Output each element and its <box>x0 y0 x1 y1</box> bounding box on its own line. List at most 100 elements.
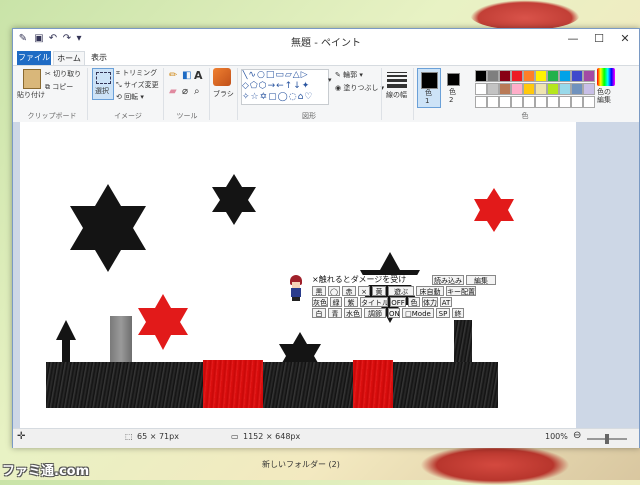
game-menu-cell[interactable]: 白 <box>312 308 326 318</box>
close-button[interactable]: ✕ <box>613 31 637 47</box>
custom-color-slot[interactable] <box>511 96 523 108</box>
game-menu-cell[interactable]: × <box>358 286 370 296</box>
crop-button[interactable]: ⌗ トリミング <box>116 68 157 78</box>
color2-button[interactable]: 色 2 <box>443 68 463 106</box>
game-menu-cell[interactable]: 床自動 <box>416 286 444 296</box>
palette-swatch[interactable] <box>559 83 571 95</box>
palette-swatch[interactable] <box>571 70 583 82</box>
minimize-button[interactable]: — <box>561 31 585 47</box>
magnifier-icon[interactable]: ⌕ <box>194 86 200 97</box>
eraser-icon[interactable]: ▰ <box>169 86 177 97</box>
rotate-button[interactable]: ⟲ 回転 ▾ <box>116 92 144 102</box>
palette-swatch[interactable] <box>487 70 499 82</box>
game-menu-cell[interactable]: 調節 <box>364 308 386 318</box>
palette-swatch[interactable] <box>487 83 499 95</box>
palette-swatch[interactable] <box>475 70 487 82</box>
copy-button[interactable]: ⧉ コピー <box>45 82 73 92</box>
game-menu-cell[interactable]: 紫 <box>344 297 358 307</box>
game-menu-cell[interactable]: ON <box>388 308 400 318</box>
game-menu-cell[interactable]: 体力 <box>422 297 438 307</box>
game-menu-cell[interactable]: タイトル <box>360 297 388 307</box>
palette-swatch[interactable] <box>499 70 511 82</box>
palette-swatch[interactable] <box>571 83 583 95</box>
palette-swatch[interactable] <box>511 83 523 95</box>
fill-icon[interactable]: ◧ <box>182 70 191 81</box>
game-menu-cell[interactable]: ◯ <box>328 286 340 296</box>
ribbon: 貼り付け ✂ 切り取り ⧉ コピー クリップボード 選択 ⌗ トリミング ⤡ サ… <box>13 65 639 123</box>
palette-swatch[interactable] <box>583 70 595 82</box>
tab-file[interactable]: ファイル <box>17 51 51 65</box>
watermark-logo: ファミ通.com <box>2 464 90 479</box>
taskbar-folder-label[interactable]: 新しいフォルダー (2) <box>262 459 340 470</box>
line-width-button[interactable]: 線の幅 <box>386 90 407 100</box>
zoom-out-button[interactable]: ⊖ <box>573 430 581 441</box>
tab-home[interactable]: ホーム <box>53 51 85 66</box>
game-menu-cell[interactable]: SP <box>436 308 450 318</box>
edit-button[interactable]: 編集 <box>466 275 496 285</box>
fill-label: 塗りつぶし <box>343 84 379 92</box>
custom-color-slot[interactable] <box>523 96 535 108</box>
game-menu-cell[interactable]: 黄 <box>372 286 386 296</box>
paste-icon[interactable] <box>23 69 41 89</box>
line-width-icon[interactable] <box>387 69 407 88</box>
up-arrow-shape <box>56 320 76 362</box>
zoom-slider[interactable] <box>587 434 627 444</box>
text-icon[interactable]: A <box>194 69 203 82</box>
shapes-scroll-icon[interactable]: ▾ <box>328 76 332 84</box>
game-menu-cell[interactable]: 黒 <box>312 286 326 296</box>
game-menu-cell[interactable]: □Mode <box>402 308 434 318</box>
fill-button[interactable]: ◉ 塗りつぶし ▾ <box>335 83 384 93</box>
custom-color-slot[interactable] <box>547 96 559 108</box>
ground-platform <box>46 362 498 408</box>
game-menu-cell[interactable]: AT <box>440 297 452 307</box>
palette-swatch[interactable] <box>547 83 559 95</box>
custom-color-slot[interactable] <box>559 96 571 108</box>
cut-button[interactable]: ✂ 切り取り <box>45 69 81 79</box>
color1-button[interactable]: 色 1 <box>417 68 441 108</box>
game-menu-cell[interactable]: 緑 <box>330 297 342 307</box>
palette-swatch[interactable] <box>475 83 487 95</box>
star-black-small-top <box>212 174 256 225</box>
drawing-canvas[interactable]: ×触れるとダメージを受け 読み込み 編集 黒 ◯ 赤 × 黄遊ぶ 床自動 キー配置 灰色緑紫タ… <box>20 122 576 428</box>
palette-swatch[interactable] <box>583 83 595 95</box>
palette-swatch[interactable] <box>511 70 523 82</box>
palette-swatch[interactable] <box>535 83 547 95</box>
custom-color-slot[interactable] <box>571 96 583 108</box>
pencil-icon[interactable]: ✏ <box>169 70 177 81</box>
tab-view[interactable]: 表示 <box>87 51 111 65</box>
palette-swatch[interactable] <box>535 70 547 82</box>
zoom-slider-thumb[interactable] <box>605 434 609 444</box>
game-menu-cell[interactable]: キー配置 <box>446 286 476 296</box>
game-menu-cell[interactable]: OFF <box>390 297 406 307</box>
game-menu-cell[interactable]: 遊ぶ <box>388 286 414 296</box>
resize-button[interactable]: ⤡ サイズ変更 <box>116 80 159 90</box>
game-menu-cell[interactable]: 赤 <box>342 286 356 296</box>
palette-swatch[interactable] <box>523 70 535 82</box>
game-menu-cell[interactable]: 水色 <box>344 308 362 318</box>
custom-color-slot[interactable] <box>487 96 499 108</box>
game-menu-cell[interactable]: 青 <box>328 308 342 318</box>
palette-swatch[interactable] <box>523 83 535 95</box>
custom-color-slot[interactable] <box>535 96 547 108</box>
paste-button[interactable]: 貼り付け <box>17 90 45 100</box>
game-menu-cell[interactable]: 終 <box>452 308 464 318</box>
maximize-button[interactable]: ☐ <box>587 31 611 47</box>
edit-colors-button[interactable]: 色の 編集 <box>597 88 611 104</box>
brush-icon[interactable] <box>213 68 231 86</box>
palette-swatch[interactable] <box>559 70 571 82</box>
star-black-large-left <box>70 184 146 272</box>
brush-button[interactable]: ブラシ <box>213 89 234 99</box>
color-picker-icon[interactable]: ⌀ <box>182 86 188 97</box>
edit-colors-icon[interactable] <box>597 68 615 86</box>
custom-color-slot[interactable] <box>499 96 511 108</box>
shapes-gallery[interactable]: ╲∿○□▭▱△▷ ◇⬠⬡→←↑↓✦ ✧☆✡▢◯◌⌂♡ <box>241 69 329 105</box>
game-menu-cell[interactable]: 灰色 <box>312 297 328 307</box>
outline-button[interactable]: ✎ 輪郭 ▾ <box>335 70 363 80</box>
load-button[interactable]: 読み込み <box>432 275 464 285</box>
select-button[interactable]: 選択 <box>92 68 114 100</box>
palette-swatch[interactable] <box>547 70 559 82</box>
game-menu-cell[interactable]: 色 <box>408 297 420 307</box>
custom-color-slot[interactable] <box>475 96 487 108</box>
custom-color-slot[interactable] <box>583 96 595 108</box>
palette-swatch[interactable] <box>499 83 511 95</box>
